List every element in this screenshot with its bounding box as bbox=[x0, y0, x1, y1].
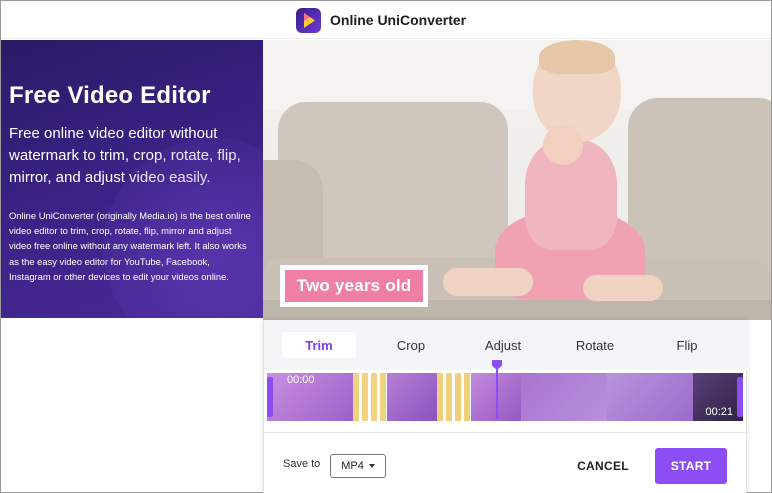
timeline-frame bbox=[387, 373, 437, 421]
format-value: MP4 bbox=[341, 460, 364, 472]
editor-panel: Trim Crop Adjust Rotate Flip 00:00 00:21… bbox=[263, 320, 748, 493]
timeline-frame bbox=[353, 373, 387, 421]
hero-section: Free Video Editor Free online video edit… bbox=[1, 40, 263, 318]
timeline-end-time: 00:21 bbox=[705, 406, 733, 418]
timeline-start-time: 00:00 bbox=[287, 374, 315, 386]
playhead[interactable] bbox=[496, 363, 498, 419]
brand[interactable]: Online UniConverter bbox=[296, 7, 466, 33]
trim-timeline[interactable]: 00:00 00:21 bbox=[267, 373, 743, 421]
cancel-button[interactable]: CANCEL bbox=[575, 454, 631, 478]
tab-adjust[interactable]: Adjust bbox=[466, 332, 540, 358]
hero-title: Free Video Editor bbox=[9, 82, 211, 109]
video-preview[interactable]: Two years old bbox=[263, 40, 771, 320]
panel-divider bbox=[264, 432, 748, 433]
chevron-down-icon bbox=[368, 464, 375, 468]
uniconverter-logo-icon bbox=[296, 7, 321, 33]
top-header: Online UniConverter bbox=[1, 1, 771, 39]
timeline-frames bbox=[267, 373, 743, 421]
tab-flip[interactable]: Flip bbox=[650, 332, 724, 358]
tab-crop[interactable]: Crop bbox=[374, 332, 448, 358]
trim-handle-right[interactable] bbox=[737, 377, 743, 417]
baby-hair bbox=[539, 40, 615, 74]
start-button[interactable]: START bbox=[655, 448, 727, 484]
video-caption: Two years old bbox=[285, 270, 423, 302]
hero-description: Online UniConverter (originally Media.io… bbox=[9, 210, 251, 282]
baby-hands bbox=[543, 125, 583, 165]
tab-rotate[interactable]: Rotate bbox=[558, 332, 632, 358]
format-select[interactable]: MP4 bbox=[330, 454, 386, 478]
editor-tabs: Trim Crop Adjust Rotate Flip bbox=[264, 320, 748, 370]
brand-name: Online UniConverter bbox=[330, 12, 467, 28]
timeline-frame bbox=[521, 373, 607, 421]
baby-leg-right bbox=[583, 275, 663, 301]
timeline-frame bbox=[437, 373, 471, 421]
baby-leg-left bbox=[443, 268, 533, 296]
trim-handle-left[interactable] bbox=[267, 377, 273, 417]
save-to-label: Save to bbox=[283, 458, 321, 470]
hero-subtitle: Free online video editor without waterma… bbox=[9, 125, 241, 186]
tab-trim[interactable]: Trim bbox=[282, 332, 356, 358]
sofa-cushion-right bbox=[628, 98, 771, 278]
timeline-frame bbox=[607, 373, 693, 421]
